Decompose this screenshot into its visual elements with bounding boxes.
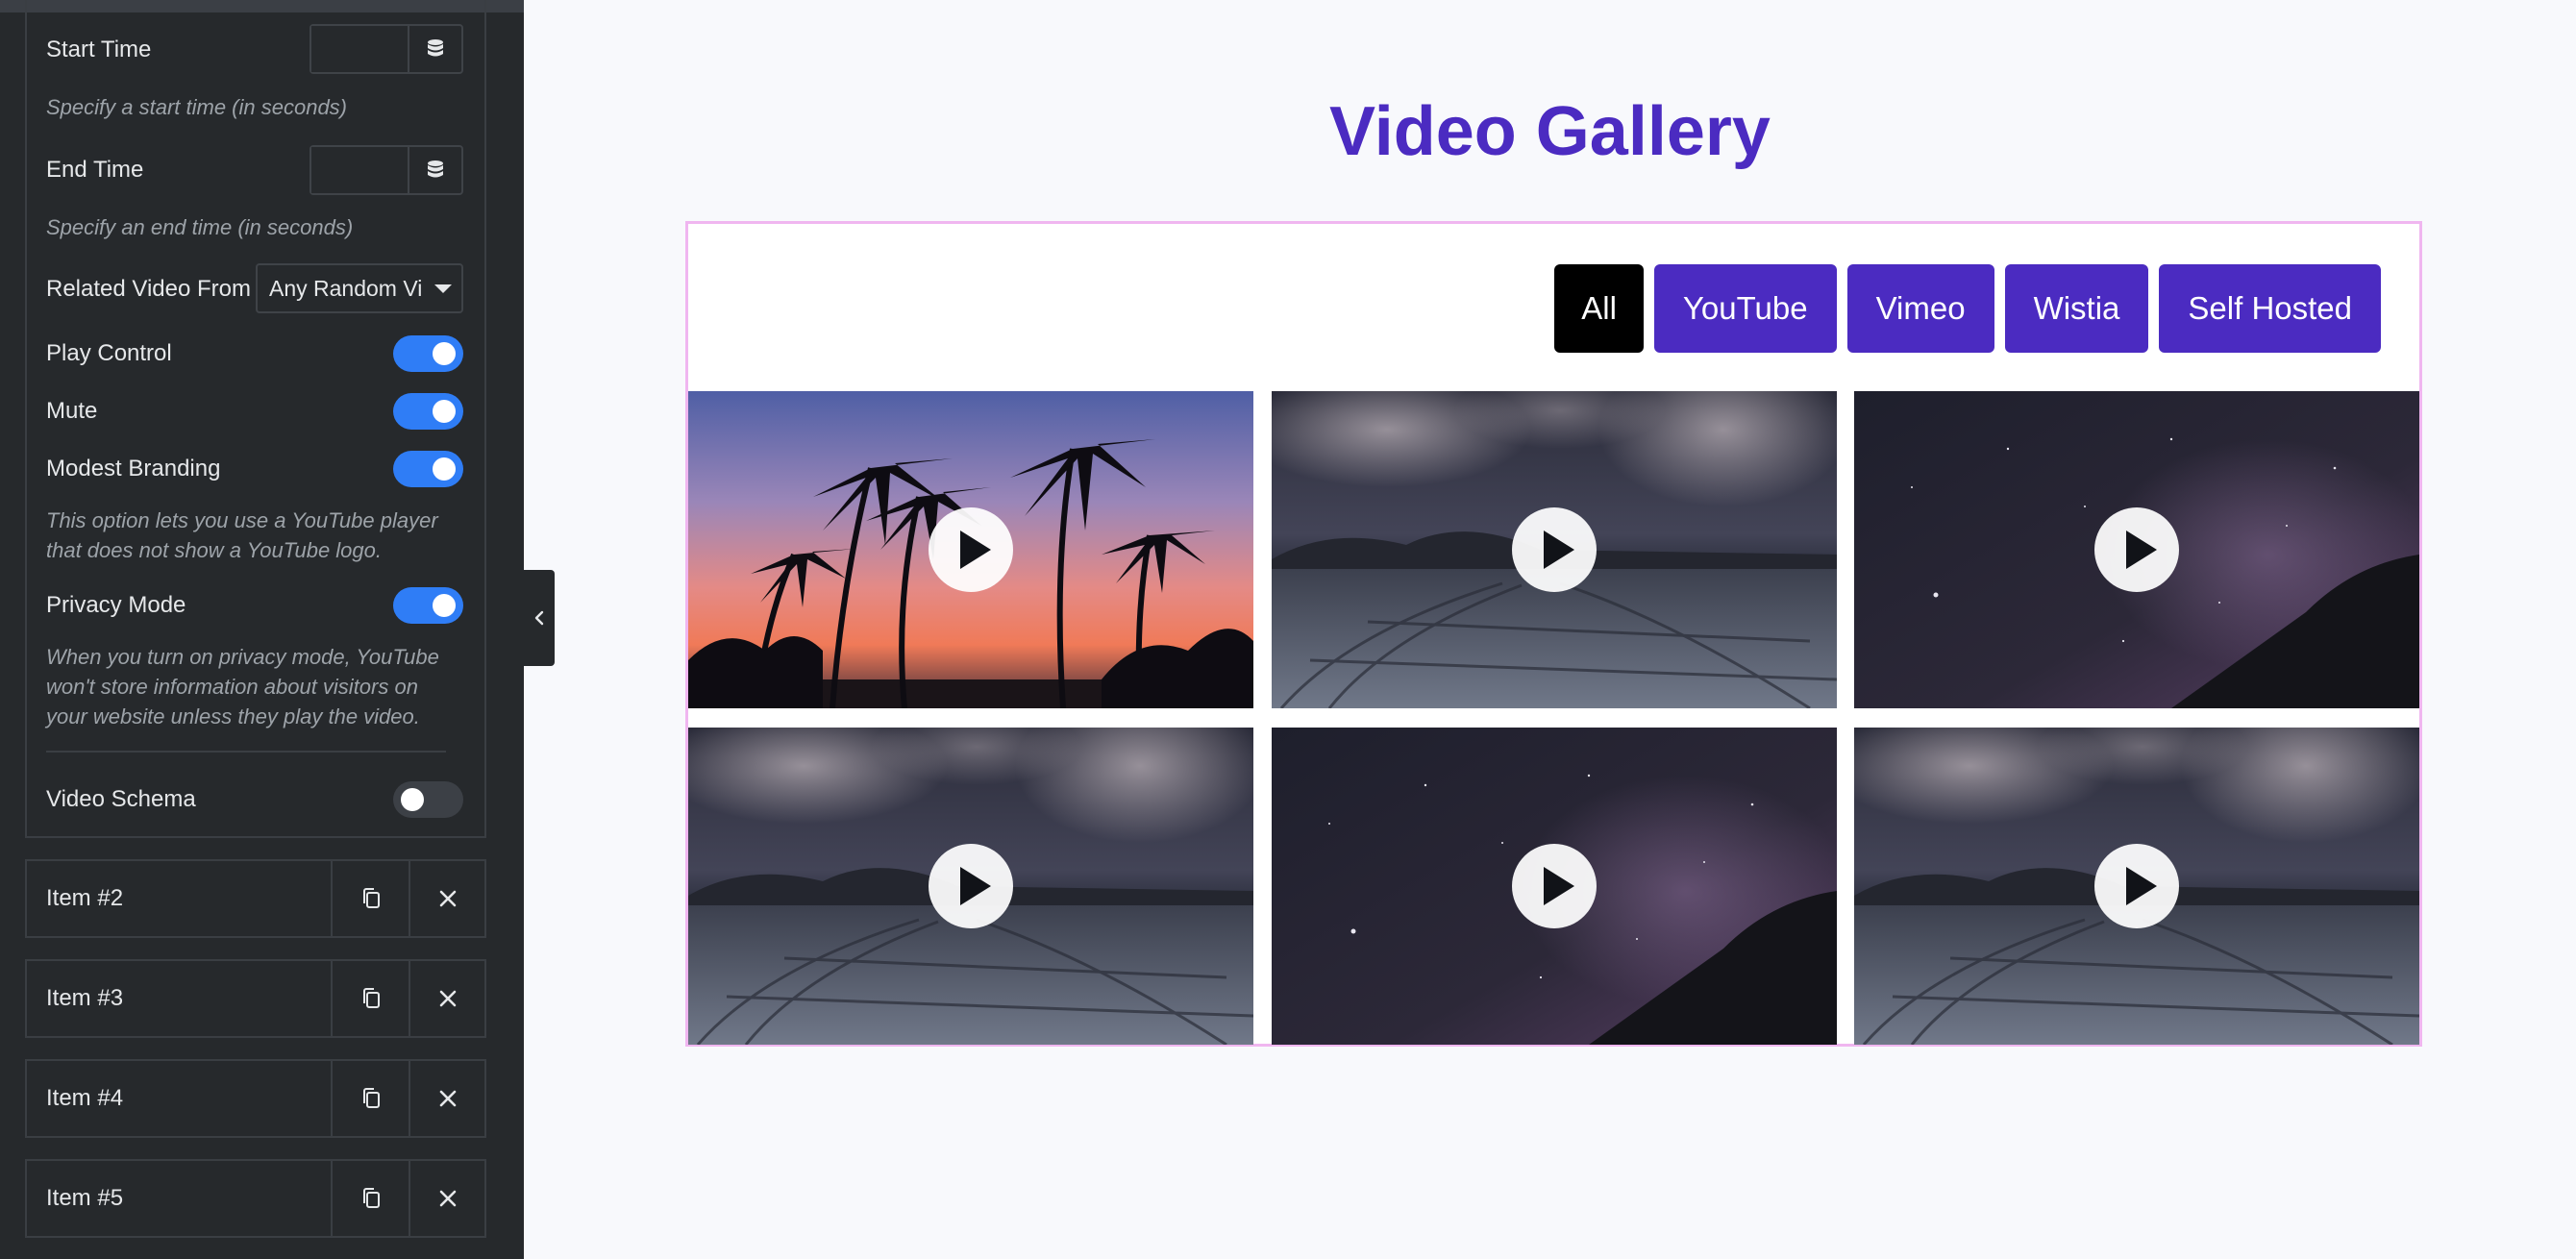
privacy-mode-label: Privacy Mode: [46, 592, 186, 618]
play-icon[interactable]: [929, 844, 1013, 928]
modest-branding-toggle[interactable]: [393, 451, 463, 487]
video-thumbnail[interactable]: [1854, 391, 2419, 708]
close-icon: [439, 1190, 456, 1207]
end-time-field[interactable]: [311, 147, 409, 193]
mute-label: Mute: [46, 398, 98, 424]
remove-item-button[interactable]: [409, 1161, 484, 1236]
privacy-mode-hint: When you turn on privacy mode, YouTube w…: [46, 645, 439, 728]
toggle-knob: [433, 342, 456, 365]
dynamic-tags-button[interactable]: [409, 147, 461, 193]
editor-sidebar: Start Time Specify a start time (in seco…: [0, 0, 524, 1259]
chevron-left-icon: [534, 610, 544, 626]
related-video-value: Any Random Vi: [269, 275, 423, 301]
remove-item-button[interactable]: [409, 861, 484, 936]
database-icon: [428, 39, 443, 57]
repeater-item[interactable]: Item #2: [25, 859, 486, 938]
toggle-knob: [401, 788, 424, 811]
copy-icon: [362, 1088, 380, 1108]
start-time-label: Start Time: [46, 37, 152, 62]
duplicate-item-button[interactable]: [333, 961, 409, 1036]
repeater-item-title[interactable]: Item #5: [27, 1161, 333, 1236]
play-control-toggle[interactable]: [393, 335, 463, 372]
video-gallery-widget[interactable]: All YouTube Vimeo Wistia Self Hosted: [685, 221, 2422, 1047]
chevron-down-icon: [434, 284, 452, 293]
video-thumbnail[interactable]: [688, 391, 1253, 708]
close-icon: [439, 890, 456, 907]
copy-icon: [362, 988, 380, 1008]
filter-self-hosted[interactable]: Self Hosted: [2159, 264, 2381, 353]
remove-item-button[interactable]: [409, 1061, 484, 1136]
copy-icon: [362, 888, 380, 908]
end-time-input[interactable]: [310, 145, 463, 195]
start-time-field[interactable]: [311, 26, 409, 72]
play-icon[interactable]: [2094, 844, 2179, 928]
toggle-knob: [433, 400, 456, 423]
repeater-item-title[interactable]: Item #3: [27, 961, 333, 1036]
filter-all[interactable]: All: [1554, 264, 1644, 353]
video-thumbnail[interactable]: [1854, 728, 2419, 1045]
copy-icon: [362, 1188, 380, 1208]
play-icon[interactable]: [929, 507, 1013, 592]
repeater-item-title[interactable]: Item #4: [27, 1061, 333, 1136]
collapse-panel-button[interactable]: [524, 570, 555, 666]
video-thumbnail[interactable]: [688, 728, 1253, 1045]
modest-branding-label: Modest Branding: [46, 456, 221, 481]
related-video-label: Related Video From: [46, 276, 251, 302]
filter-bar: All YouTube Vimeo Wistia Self Hosted: [1554, 264, 2381, 353]
page-title: Video Gallery: [1329, 93, 1771, 170]
remove-item-button[interactable]: [409, 961, 484, 1036]
video-schema-toggle[interactable]: [393, 781, 463, 818]
duplicate-item-button[interactable]: [333, 1061, 409, 1136]
start-time-hint: Specify a start time (in seconds): [46, 95, 348, 119]
play-icon[interactable]: [2094, 507, 2179, 592]
end-time-label: End Time: [46, 157, 144, 183]
database-icon: [428, 160, 443, 178]
close-icon: [439, 1090, 456, 1107]
modest-branding-hint: This option lets you use a YouTube playe…: [46, 508, 438, 562]
divider: [46, 751, 446, 753]
close-icon: [439, 990, 456, 1007]
repeater-item[interactable]: Item #4: [25, 1059, 486, 1138]
video-schema-label: Video Schema: [46, 786, 196, 812]
mute-toggle[interactable]: [393, 393, 463, 430]
duplicate-item-button[interactable]: [333, 861, 409, 936]
dynamic-tags-button[interactable]: [409, 26, 461, 72]
repeater-item-title[interactable]: Item #2: [27, 861, 333, 936]
filter-wistia[interactable]: Wistia: [2004, 264, 2149, 353]
toggle-knob: [433, 457, 456, 481]
related-video-select[interactable]: Any Random Vi: [256, 263, 463, 313]
repeater-item[interactable]: Item #3: [25, 959, 486, 1038]
repeater-item[interactable]: Item #5: [25, 1159, 486, 1238]
filter-vimeo[interactable]: Vimeo: [1846, 264, 1994, 353]
video-thumbnail[interactable]: [1272, 391, 1837, 708]
duplicate-item-button[interactable]: [333, 1161, 409, 1236]
play-control-label: Play Control: [46, 340, 172, 366]
privacy-mode-toggle[interactable]: [393, 587, 463, 624]
end-time-hint: Specify an end time (in seconds): [46, 215, 354, 239]
filter-youtube[interactable]: YouTube: [1653, 264, 1837, 353]
toggle-knob: [433, 594, 456, 617]
play-icon[interactable]: [1512, 844, 1597, 928]
start-time-input[interactable]: [310, 24, 463, 74]
video-thumbnail[interactable]: [1272, 728, 1837, 1045]
play-icon[interactable]: [1512, 507, 1597, 592]
